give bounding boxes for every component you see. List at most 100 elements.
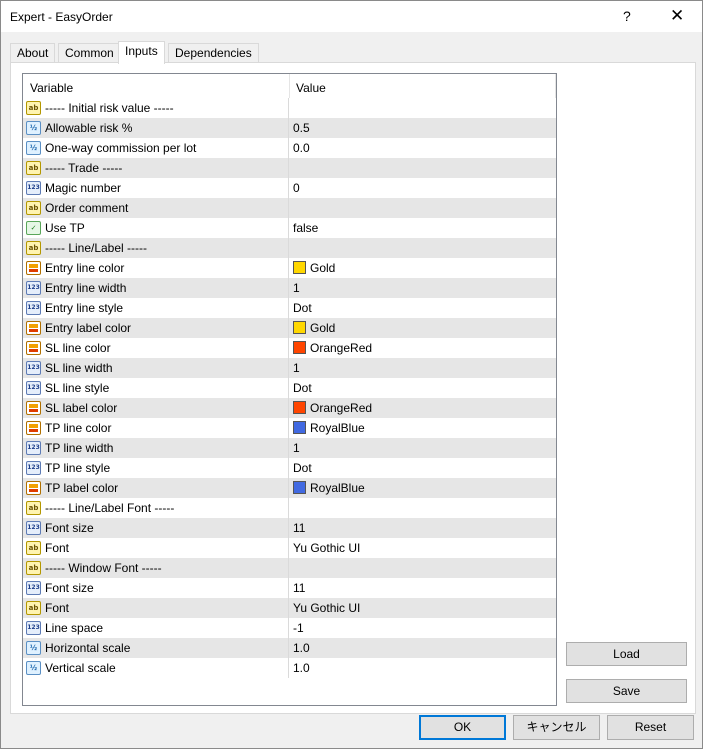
table-row[interactable]: ab ----- Line/Label ----- — [23, 238, 556, 258]
table-row[interactable]: 123 Entry line width 1 — [23, 278, 556, 298]
variable-cell[interactable]: Entry line color — [23, 258, 289, 278]
column-divider-end[interactable] — [555, 74, 556, 98]
table-row[interactable]: 123 TP line width 1 — [23, 438, 556, 458]
tab-inputs[interactable]: Inputs — [118, 41, 165, 64]
variable-cell[interactable]: TP line color — [23, 418, 289, 438]
variable-cell[interactable]: 123 Entry line width — [23, 278, 289, 298]
table-row[interactable]: 123 Line space -1 — [23, 618, 556, 638]
help-button[interactable]: ? — [623, 8, 631, 24]
variable-cell[interactable]: ab ----- Initial risk value ----- — [23, 98, 289, 118]
variable-cell[interactable]: ab ----- Line/Label ----- — [23, 238, 289, 258]
value-cell[interactable]: Dot — [290, 458, 556, 478]
cancel-button[interactable]: キャンセル — [513, 715, 600, 740]
column-header-value[interactable]: Value — [296, 81, 326, 95]
value-cell[interactable]: Dot — [290, 298, 556, 318]
value-cell[interactable] — [290, 498, 556, 518]
value-cell[interactable]: Yu Gothic UI — [290, 598, 556, 618]
column-header-variable[interactable]: Variable — [30, 81, 73, 95]
save-button[interactable]: Save — [566, 679, 687, 703]
table-row[interactable]: 123 Entry line style Dot — [23, 298, 556, 318]
variable-cell[interactable]: 123 Font size — [23, 578, 289, 598]
value-cell[interactable]: 0.0 — [290, 138, 556, 158]
variable-cell[interactable]: ab Font — [23, 538, 289, 558]
variable-cell[interactable]: 123 TP line style — [23, 458, 289, 478]
value-cell[interactable]: Gold — [290, 318, 556, 338]
close-button[interactable]: ✕ — [670, 6, 684, 26]
table-row[interactable]: 123 TP line style Dot — [23, 458, 556, 478]
value-cell[interactable]: OrangeRed — [290, 398, 556, 418]
variable-cell[interactable]: 123 SL line style — [23, 378, 289, 398]
value-cell[interactable]: 11 — [290, 518, 556, 538]
variable-cell[interactable]: Entry label color — [23, 318, 289, 338]
table-row[interactable]: TP label color RoyalBlue — [23, 478, 556, 498]
variable-cell[interactable]: ½ One-way commission per lot — [23, 138, 289, 158]
table-row[interactable]: ab Font Yu Gothic UI — [23, 598, 556, 618]
table-row[interactable]: ½ One-way commission per lot 0.0 — [23, 138, 556, 158]
tab-about[interactable]: About — [10, 43, 56, 63]
table-row[interactable]: 123 Magic number 0 — [23, 178, 556, 198]
variable-cell[interactable]: ab ----- Line/Label Font ----- — [23, 498, 289, 518]
value-cell[interactable]: false — [290, 218, 556, 238]
value-cell[interactable]: -1 — [290, 618, 556, 638]
value-cell[interactable] — [290, 158, 556, 178]
value-cell[interactable]: OrangeRed — [290, 338, 556, 358]
table-row[interactable]: ✓ Use TP false — [23, 218, 556, 238]
table-row[interactable]: ab ----- Window Font ----- — [23, 558, 556, 578]
table-row[interactable]: ab Font Yu Gothic UI — [23, 538, 556, 558]
value-cell[interactable] — [290, 238, 556, 258]
variable-cell[interactable]: ab ----- Trade ----- — [23, 158, 289, 178]
variable-cell[interactable]: 123 Font size — [23, 518, 289, 538]
variable-cell[interactable]: ab Order comment — [23, 198, 289, 218]
variable-cell[interactable]: SL line color — [23, 338, 289, 358]
variable-cell[interactable]: 123 Line space — [23, 618, 289, 638]
tab-dependencies[interactable]: Dependencies — [168, 43, 259, 63]
table-row[interactable]: 123 SL line style Dot — [23, 378, 556, 398]
table-row[interactable]: 123 Font size 11 — [23, 578, 556, 598]
value-cell[interactable]: 1.0 — [290, 638, 556, 658]
value-cell[interactable]: 0 — [290, 178, 556, 198]
ok-button[interactable]: OK — [419, 715, 506, 740]
variable-cell[interactable]: TP label color — [23, 478, 289, 498]
variable-cell[interactable]: 123 TP line width — [23, 438, 289, 458]
variable-cell[interactable]: ½ Vertical scale — [23, 658, 289, 678]
value-cell[interactable]: 1.0 — [290, 658, 556, 678]
table-row[interactable]: ab Order comment — [23, 198, 556, 218]
variable-cell[interactable]: ✓ Use TP — [23, 218, 289, 238]
value-cell[interactable] — [290, 198, 556, 218]
table-row[interactable]: ½ Horizontal scale 1.0 — [23, 638, 556, 658]
column-divider[interactable] — [289, 74, 290, 98]
table-row[interactable]: ½ Allowable risk % 0.5 — [23, 118, 556, 138]
table-row[interactable]: ½ Vertical scale 1.0 — [23, 658, 556, 678]
reset-button[interactable]: Reset — [607, 715, 694, 740]
table-row[interactable]: Entry label color Gold — [23, 318, 556, 338]
variable-cell[interactable]: 123 SL line width — [23, 358, 289, 378]
table-row[interactable]: ab ----- Trade ----- — [23, 158, 556, 178]
variable-cell[interactable]: SL label color — [23, 398, 289, 418]
variable-cell[interactable]: ab ----- Window Font ----- — [23, 558, 289, 578]
variable-cell[interactable]: 123 Entry line style — [23, 298, 289, 318]
value-cell[interactable] — [290, 558, 556, 578]
variable-cell[interactable]: ab Font — [23, 598, 289, 618]
value-cell[interactable]: 1 — [290, 278, 556, 298]
table-row[interactable]: 123 SL line width 1 — [23, 358, 556, 378]
value-cell[interactable]: RoyalBlue — [290, 478, 556, 498]
value-cell[interactable]: Gold — [290, 258, 556, 278]
value-cell[interactable]: 1 — [290, 438, 556, 458]
value-cell[interactable]: RoyalBlue — [290, 418, 556, 438]
variable-cell[interactable]: ½ Allowable risk % — [23, 118, 289, 138]
table-row[interactable]: ab ----- Initial risk value ----- — [23, 98, 556, 118]
value-cell[interactable]: Yu Gothic UI — [290, 538, 556, 558]
value-cell[interactable]: 1 — [290, 358, 556, 378]
table-row[interactable]: SL label color OrangeRed — [23, 398, 556, 418]
table-row[interactable]: ab ----- Line/Label Font ----- — [23, 498, 556, 518]
variable-cell[interactable]: 123 Magic number — [23, 178, 289, 198]
value-cell[interactable] — [290, 98, 556, 118]
value-cell[interactable]: 0.5 — [290, 118, 556, 138]
table-row[interactable]: SL line color OrangeRed — [23, 338, 556, 358]
table-row[interactable]: Entry line color Gold — [23, 258, 556, 278]
load-button[interactable]: Load — [566, 642, 687, 666]
value-cell[interactable]: 11 — [290, 578, 556, 598]
variable-cell[interactable]: ½ Horizontal scale — [23, 638, 289, 658]
tab-common[interactable]: Common — [58, 43, 121, 63]
value-cell[interactable]: Dot — [290, 378, 556, 398]
